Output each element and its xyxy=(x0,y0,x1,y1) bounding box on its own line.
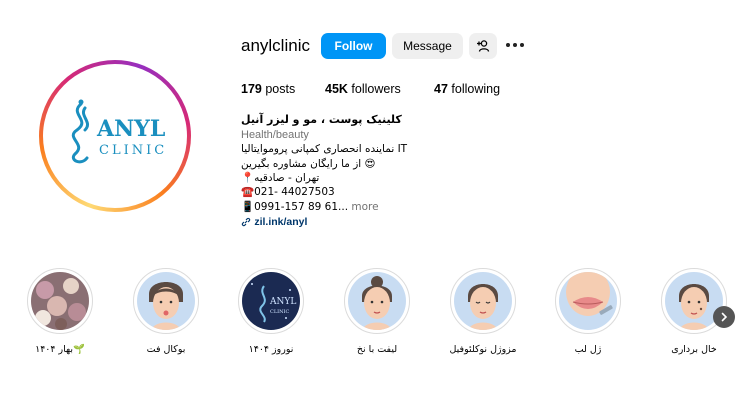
highlight-item[interactable]: ژل لب xyxy=(553,268,623,355)
highlight-label: بهار ۱۴۰۴🌱 xyxy=(35,344,85,355)
flowers-photo-icon xyxy=(31,272,89,330)
bio-external-link[interactable]: zil.ink/anyl xyxy=(254,216,307,228)
bio-line-5: 0991-157 89 61... xyxy=(254,201,349,213)
bio-line-2: از ما رایگان مشاوره بگیرین 😍 xyxy=(241,158,376,170)
face-illustration-icon xyxy=(348,272,406,330)
bio-line-1: نماینده انحصاری کمپانی پروموایتالیا IT xyxy=(241,143,408,155)
bio-name: کلینیک پوست ، مو و لیزر آنیل xyxy=(241,113,402,126)
highlight-item[interactable]: بهار ۱۴۰۴🌱 xyxy=(25,268,95,355)
highlight-label: لیفت با نخ xyxy=(356,344,398,355)
link-icon xyxy=(241,217,251,227)
bio-line-3: 📍تهران - صادقیه xyxy=(241,172,320,184)
highlight-item[interactable]: بوکال فت xyxy=(131,268,201,355)
highlight-label: ژل لب xyxy=(574,344,602,355)
posts-count: 179 xyxy=(241,82,262,96)
clinic-logo-icon: ANYL CLINIC xyxy=(242,272,300,330)
highlight-label: بوکال فت xyxy=(146,344,186,355)
add-person-icon xyxy=(477,40,490,52)
highlights-next-button[interactable] xyxy=(713,306,735,328)
followers-stat[interactable]: 45K followers xyxy=(325,82,401,96)
posts-stat: 179 posts xyxy=(241,82,295,96)
svg-text:ANYL: ANYL xyxy=(269,297,296,307)
more-options-icon[interactable] xyxy=(504,35,526,55)
highlight-item[interactable]: مزوژل نوکلئوفیل xyxy=(448,268,518,355)
telephone-icon: ☎️ xyxy=(241,186,255,198)
lips-illustration-icon xyxy=(559,272,617,330)
following-stat[interactable]: 47 following xyxy=(434,82,500,96)
logo-text-1: ANYL xyxy=(96,116,165,142)
highlight-item[interactable]: لیفت با نخ xyxy=(342,268,412,355)
chevron-right-icon xyxy=(721,312,728,322)
following-label: following xyxy=(451,82,501,96)
bio-phone-2: 📱0991-157 89 61... more xyxy=(241,200,379,214)
following-count: 47 xyxy=(434,82,448,96)
profile-username: anylclinic xyxy=(241,36,310,55)
highlight-label: مزوژل نوکلئوفیل xyxy=(449,344,517,355)
clinic-logo-icon: ANYL CLINIC xyxy=(47,68,183,204)
bio-line-4: 021- 44027503 xyxy=(254,186,335,198)
logo-text-2: CLINIC xyxy=(99,143,167,158)
followers-count: 45K xyxy=(325,82,348,96)
highlight-label: خال برداری xyxy=(671,344,717,355)
bio-more-link[interactable]: more xyxy=(351,201,378,213)
bio-category: Health/beauty xyxy=(241,129,309,141)
face-illustration-icon xyxy=(454,272,512,330)
highlight-label: نوروز ۱۴۰۴ xyxy=(248,344,294,355)
profile-avatar[interactable]: ANYL CLINIC xyxy=(39,60,191,212)
suggest-accounts-button[interactable] xyxy=(469,33,497,59)
follow-button[interactable]: Follow xyxy=(321,33,386,59)
bio-link-row[interactable]: zil.ink/anyl xyxy=(241,215,307,229)
svg-text:CLINIC: CLINIC xyxy=(270,309,289,315)
message-button[interactable]: Message xyxy=(392,33,463,59)
mobile-phone-icon: 📱 xyxy=(241,201,255,213)
followers-label: followers xyxy=(351,82,401,96)
highlight-item[interactable]: ANYL CLINIC نوروز ۱۴۰۴ xyxy=(236,268,306,355)
bio-phone-1: ☎️021- 44027503 xyxy=(241,185,335,199)
posts-label: posts xyxy=(265,82,296,96)
face-illustration-icon xyxy=(137,272,195,330)
